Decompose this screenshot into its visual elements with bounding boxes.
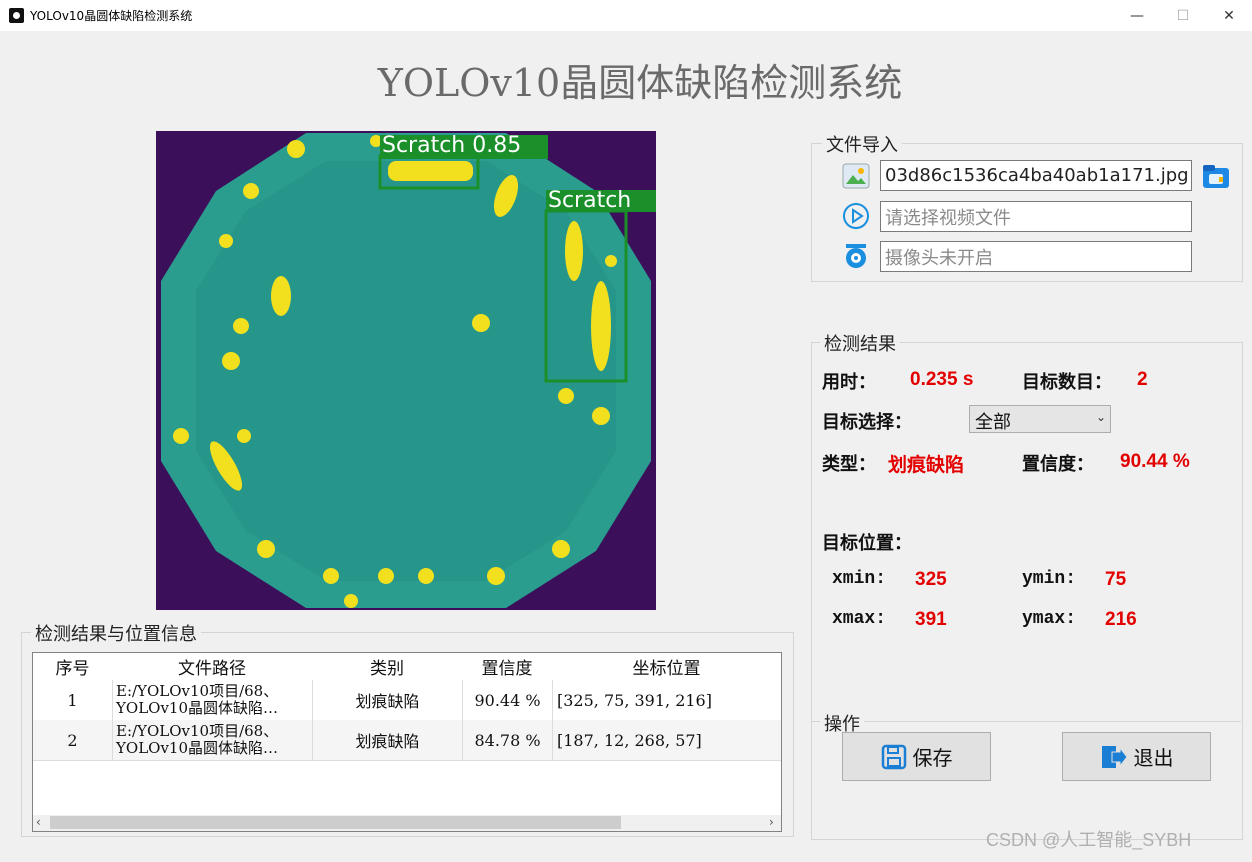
image-file-field[interactable]: 03d86c1536ca4ba40ab1a171.jpg: [880, 160, 1192, 191]
window-title: YOLOv10晶圆体缺陷检测系统: [30, 9, 193, 23]
header-confidence[interactable]: 置信度: [462, 653, 553, 681]
ymin-label: ymin:: [1022, 569, 1077, 589]
maximize-button[interactable]: ☐: [1160, 0, 1206, 31]
header-path[interactable]: 文件路径: [112, 653, 313, 681]
confidence-value: 90.44 %: [1120, 451, 1190, 472]
detection-result-image: Scratch 0.85 Scratch: [156, 131, 656, 610]
scroll-right-icon[interactable]: ›: [769, 815, 774, 829]
scrollbar-thumb[interactable]: [50, 816, 621, 829]
scroll-left-icon[interactable]: ‹: [36, 815, 41, 829]
detection-label-1: Scratch 0.85: [382, 133, 522, 158]
header-index[interactable]: 序号: [33, 653, 113, 681]
app-icon: [9, 8, 24, 23]
camera-icon[interactable]: [842, 242, 870, 270]
save-button[interactable]: 保存: [842, 732, 991, 781]
file-import-title: 文件导入: [822, 131, 902, 157]
cell-path: E:/YOLOv10项目/68、 YOLOv10晶圆体缺陷…: [113, 680, 313, 720]
table-row[interactable]: 2 E:/YOLOv10项目/68、 YOLOv10晶圆体缺陷… 划痕缺陷 84…: [33, 720, 781, 761]
cell-coords: [187, 12, 268, 57]: [557, 730, 702, 750]
close-button[interactable]: ✕: [1206, 0, 1252, 31]
ymax-value: 216: [1105, 609, 1137, 630]
cell-index: 1: [33, 680, 113, 720]
target-count-value: 2: [1137, 369, 1148, 390]
camera-field[interactable]: 摄像头未开启: [880, 241, 1192, 272]
target-select-dropdown[interactable]: 全部 ⌄: [969, 405, 1111, 433]
confidence-label: 置信度：: [1022, 454, 1094, 475]
window-titlebar: YOLOv10晶圆体缺陷检测系统 — ☐ ✕: [0, 0, 1252, 31]
target-position-label: 目标位置：: [822, 533, 912, 554]
exit-button[interactable]: 退出: [1062, 732, 1211, 781]
target-count-label: 目标数目：: [1022, 372, 1112, 393]
video-file-field[interactable]: 请选择视频文件: [880, 201, 1192, 232]
ymax-label: ymax:: [1022, 609, 1077, 629]
image-icon[interactable]: [842, 163, 870, 189]
save-label: 保存: [912, 746, 953, 770]
detection-results-title: 检测结果: [820, 330, 900, 356]
chevron-down-icon: ⌄: [1096, 410, 1107, 424]
cell-path: E:/YOLOv10项目/68、 YOLOv10晶圆体缺陷…: [113, 720, 313, 760]
header-coords[interactable]: 坐标位置: [552, 653, 781, 681]
cell-coords: [325, 75, 391, 216]: [557, 690, 712, 710]
xmin-label: xmin:: [832, 569, 887, 589]
folder-icon[interactable]: [1201, 162, 1231, 190]
results-table[interactable]: 序号 文件路径 类别 置信度 坐标位置 1 E:/YOLOv10项目/68、 Y…: [32, 652, 782, 832]
table-title: 检测结果与位置信息: [31, 620, 201, 646]
target-select-label: 目标选择：: [822, 412, 912, 433]
cell-confidence: 90.44 %: [463, 680, 553, 720]
operations-divider: [811, 721, 1241, 722]
cell-confidence: 84.78 %: [463, 720, 553, 760]
type-value: 划痕缺陷: [888, 454, 965, 476]
cell-category: 划痕缺陷: [313, 720, 463, 760]
page-title: YOLOv10晶圆体缺陷检测系统: [377, 61, 903, 105]
xmin-value: 325: [915, 569, 947, 590]
ymin-value: 75: [1105, 569, 1127, 590]
header-category[interactable]: 类别: [312, 653, 463, 681]
xmax-value: 391: [915, 609, 947, 630]
video-play-icon[interactable]: [842, 202, 870, 230]
minimize-button[interactable]: —: [1114, 0, 1160, 31]
cell-category: 划痕缺陷: [313, 680, 463, 720]
time-label: 用时：: [822, 372, 876, 393]
xmax-label: xmax:: [832, 609, 887, 629]
time-value: 0.235 s: [910, 369, 974, 390]
type-label: 类型：: [822, 454, 876, 475]
detection-label-2: Scratch: [548, 188, 632, 213]
exit-label: 退出: [1133, 746, 1174, 770]
target-select-value: 全部: [975, 412, 1011, 433]
watermark: CSDN @人工智能_SYBH: [986, 830, 1192, 850]
table-row[interactable]: 1 E:/YOLOv10项目/68、 YOLOv10晶圆体缺陷… 划痕缺陷 90…: [33, 680, 781, 721]
save-icon: [881, 744, 906, 769]
exit-icon: [1101, 745, 1128, 768]
cell-index: 2: [33, 720, 113, 760]
